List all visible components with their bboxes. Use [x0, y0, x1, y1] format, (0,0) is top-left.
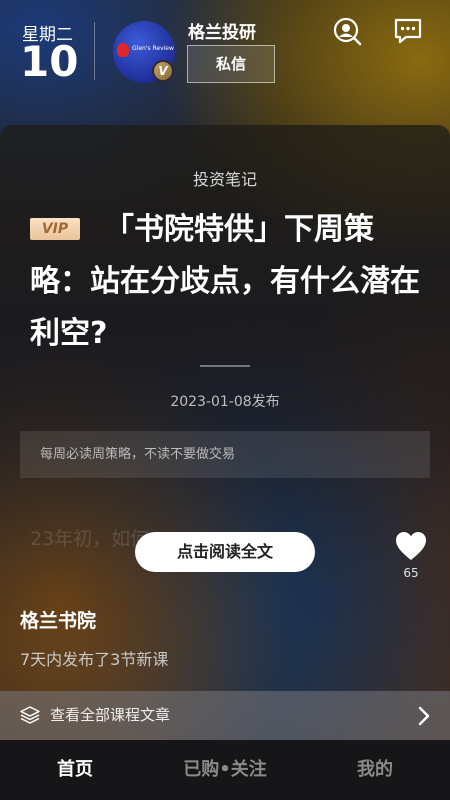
- verified-badge: V: [152, 60, 174, 82]
- tab-mine[interactable]: 我的: [335, 740, 415, 800]
- article-summary: 每周必读周策略，不读不要做交易: [20, 431, 430, 478]
- all-courses-label: 查看全部课程文章: [50, 706, 171, 724]
- tab-home[interactable]: 首页: [35, 740, 115, 800]
- publish-date: 2023-01-08发布: [170, 394, 280, 410]
- message-icon[interactable]: [394, 17, 422, 45]
- academy-update-info: 7天内发布了3节新课: [20, 650, 169, 669]
- header-divider: [94, 22, 95, 80]
- article-title-text: 「书院特供」下周策略：站在分歧点，有什么潜在利空?: [30, 212, 420, 351]
- vip-badge: VIP: [30, 218, 80, 240]
- chevron-right-icon: [417, 706, 431, 726]
- read-full-article-button[interactable]: 点击阅读全文: [135, 532, 315, 572]
- article-category: 投资笔记: [192, 170, 257, 189]
- layers-icon: [20, 705, 40, 725]
- tab-bought-follow[interactable]: 已购•关注: [165, 740, 285, 800]
- bottom-nav: 首页 已购•关注 我的: [0, 740, 450, 800]
- like-count: 65: [403, 566, 419, 580]
- direct-message-button[interactable]: 私信: [187, 45, 275, 83]
- day-number: 10: [20, 37, 79, 86]
- title-divider: [200, 365, 250, 367]
- article-preview-text: 23年初，如何: [30, 528, 150, 550]
- article-title[interactable]: VIP 「书院特供」下周策略：站在分歧点，有什么潜在利空?: [30, 204, 430, 360]
- academy-name[interactable]: 格兰书院: [20, 606, 96, 633]
- channel-name[interactable]: 格兰投研: [188, 18, 256, 43]
- avatar-logo-mark: [117, 43, 129, 57]
- heart-icon[interactable]: [395, 531, 427, 561]
- all-courses-row[interactable]: 查看全部课程文章: [0, 691, 450, 740]
- header: 星期二 10 Glen's Review V 格兰投研 私信: [0, 0, 450, 110]
- avatar-logo-text: Glen's Review: [132, 45, 174, 52]
- search-icon[interactable]: [332, 16, 362, 46]
